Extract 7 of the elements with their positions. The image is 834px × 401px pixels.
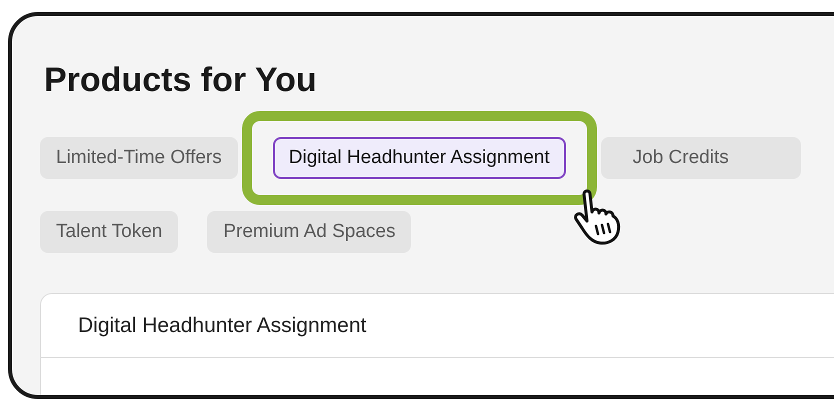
filter-chip[interactable]: Limited-Time Offers	[40, 136, 238, 179]
filter-chip[interactable]: Job Credits	[600, 136, 801, 179]
panel-title: Digital Headhunter Assignment	[78, 314, 366, 337]
page-title: Products for You	[44, 60, 318, 101]
filter-chip[interactable]: Talent Token	[40, 210, 178, 253]
filter-chip[interactable]: Digital Headhunter Assignment	[272, 136, 566, 179]
filter-chip[interactable]: Premium Ad Spaces	[207, 210, 412, 253]
